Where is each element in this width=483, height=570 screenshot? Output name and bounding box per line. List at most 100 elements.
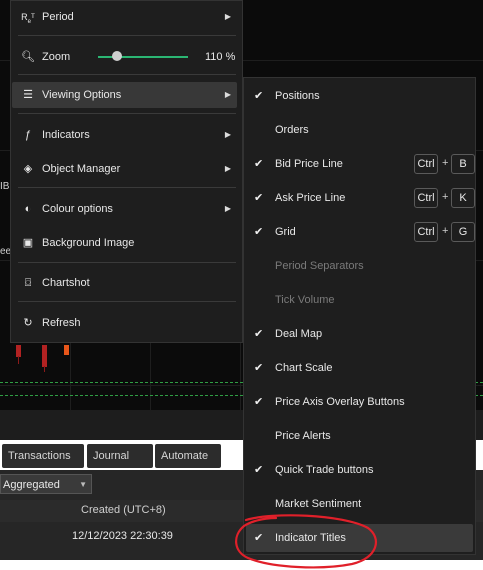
menu-item-label: Background Image: [42, 237, 135, 249]
submenu-item-label: Grid: [275, 226, 296, 238]
viewing-options-icon: ☰: [23, 89, 33, 101]
menu-item-label: Colour options: [42, 203, 113, 215]
menu-item-label: Object Manager: [42, 163, 121, 175]
submenu-item-chart-scale[interactable]: ✔ Chart Scale: [246, 354, 473, 382]
submenu-item-positions[interactable]: ✔ Positions: [246, 82, 473, 110]
menu-item-object-manager[interactable]: ◈ Object Manager ▶: [12, 156, 237, 182]
menu-item-indicators[interactable]: ƒ Indicators ▶: [12, 122, 237, 148]
chevron-right-icon: ▶: [224, 12, 231, 21]
chevron-right-icon: ▶: [224, 130, 231, 139]
submenu-item-orders[interactable]: Orders: [246, 116, 473, 144]
menu-item-label: Indicators: [42, 129, 90, 141]
submenu-item-period-separators: Period Separators: [246, 252, 473, 280]
menu-divider: [18, 74, 236, 75]
tab-automate[interactable]: Automate: [155, 444, 221, 468]
menu-divider: [18, 113, 236, 114]
menu-item-label: Zoom: [42, 51, 71, 63]
menu-divider: [18, 301, 236, 302]
checkmark-icon: ✔: [254, 328, 264, 340]
zoom-value: 110 %: [205, 51, 236, 63]
submenu-item-label: Orders: [275, 124, 309, 136]
column-header-created[interactable]: Created (UTC+8): [81, 504, 166, 516]
checkmark-icon: ✔: [254, 362, 264, 374]
submenu-item-tick-volume: Tick Volume: [246, 286, 473, 314]
menu-item-viewing-options[interactable]: ☰ Viewing Options ▶: [12, 82, 237, 108]
tab-transactions[interactable]: Transactions: [2, 444, 84, 468]
submenu-item-market-sentiment[interactable]: Market Sentiment: [246, 490, 473, 518]
submenu-item-bid-price-line[interactable]: ✔ Bid Price Line Ctrl + B: [246, 150, 475, 178]
checkmark-icon: ✔: [254, 90, 264, 102]
menu-item-period[interactable]: Reᵀ Period ▶: [12, 4, 237, 30]
submenu-item-label: Period Separators: [275, 260, 364, 272]
indicators-icon: ƒ: [24, 129, 32, 141]
refresh-icon: ↻: [23, 317, 33, 329]
submenu-item-label: Chart Scale: [275, 362, 333, 374]
submenu-item-grid[interactable]: ✔ Grid Ctrl + G: [246, 218, 475, 246]
submenu-item-quick-trade-buttons[interactable]: ✔ Quick Trade buttons: [246, 456, 473, 484]
submenu-item-price-axis-overlay-buttons[interactable]: ✔ Price Axis Overlay Buttons: [246, 388, 473, 416]
aggregation-select[interactable]: Aggregated ▼: [0, 474, 92, 494]
camera-icon: ⌼: [24, 277, 32, 289]
zoom-slider-handle[interactable]: [112, 51, 122, 61]
image-icon: ▣: [22, 237, 34, 249]
shortcut-plus: +: [442, 191, 449, 203]
chevron-right-icon: ▶: [224, 90, 231, 99]
submenu-item-label: Market Sentiment: [275, 498, 362, 510]
candle-wick: [44, 366, 45, 372]
submenu-item-deal-map[interactable]: ✔ Deal Map: [246, 320, 473, 348]
period-icon: Reᵀ: [21, 12, 35, 25]
shortcut-key: K: [451, 188, 475, 208]
shortcut-plus: +: [442, 225, 449, 237]
submenu-item-label: Tick Volume: [275, 294, 335, 306]
submenu-item-price-alerts[interactable]: Price Alerts: [246, 422, 473, 450]
chevron-right-icon: ▶: [224, 164, 231, 173]
submenu-item-label: Price Alerts: [275, 430, 331, 442]
checkmark-icon: ✔: [254, 192, 264, 204]
submenu-item-indicator-titles[interactable]: ✔ Indicator Titles: [246, 524, 473, 552]
submenu-item-label: Quick Trade buttons: [275, 464, 374, 476]
chevron-down-icon: ▼: [79, 480, 87, 489]
chart-context-menu: Reᵀ Period ▶ 🔍︎ Zoom 110 % ☰ Viewing Opt…: [10, 0, 243, 343]
menu-item-label: Period: [42, 11, 74, 23]
shortcut-key: Ctrl: [414, 188, 438, 208]
menu-item-label: Refresh: [42, 317, 81, 329]
chevron-right-icon: ▶: [224, 204, 231, 213]
shortcut-key: Ctrl: [414, 222, 438, 242]
submenu-item-label: Ask Price Line: [275, 192, 346, 204]
menu-item-background-image[interactable]: ▣ Background Image: [12, 230, 237, 256]
submenu-item-label: Price Axis Overlay Buttons: [275, 396, 405, 408]
object-manager-icon: ◈: [23, 163, 33, 175]
menu-divider: [18, 187, 236, 188]
menu-divider: [18, 262, 236, 263]
tab-journal[interactable]: Journal: [87, 444, 153, 468]
menu-divider: [18, 35, 236, 36]
checkmark-icon: ✔: [254, 158, 264, 170]
submenu-item-label: Bid Price Line: [275, 158, 343, 170]
submenu-item-label: Deal Map: [275, 328, 323, 340]
menu-item-label: Chartshot: [42, 277, 90, 289]
menu-item-chartshot[interactable]: ⌼ Chartshot: [12, 270, 237, 296]
viewing-options-submenu: ✔ Positions Orders ✔ Bid Price Line Ctrl…: [243, 77, 476, 555]
zoom-icon: 🔍︎: [21, 51, 35, 63]
candle: [42, 345, 47, 367]
candle: [64, 345, 69, 355]
candle-wick: [18, 356, 19, 364]
checkmark-icon: ✔: [254, 396, 264, 408]
submenu-item-ask-price-line[interactable]: ✔ Ask Price Line Ctrl + K: [246, 184, 475, 212]
menu-item-zoom: 🔍︎ Zoom 110 %: [12, 44, 237, 70]
aggregation-select-value: Aggregated: [3, 479, 60, 491]
submenu-item-label: Positions: [275, 90, 320, 102]
menu-item-colour-options[interactable]: ◐ Colour options ▶: [12, 196, 237, 222]
shortcut-key: B: [451, 154, 475, 174]
menu-item-refresh[interactable]: ↻ Refresh: [12, 310, 237, 336]
checkmark-icon: ✔: [254, 226, 264, 238]
checkmark-icon: ✔: [254, 532, 264, 544]
palette-icon: ◐: [24, 203, 32, 215]
checkmark-icon: ✔: [254, 464, 264, 476]
menu-item-label: Viewing Options: [42, 89, 122, 101]
cell-created: 12/12/2023 22:30:39: [72, 530, 173, 542]
shortcut-plus: +: [442, 157, 449, 169]
submenu-item-label: Indicator Titles: [275, 532, 346, 544]
shortcut-key: Ctrl: [414, 154, 438, 174]
shortcut-key: G: [451, 222, 475, 242]
